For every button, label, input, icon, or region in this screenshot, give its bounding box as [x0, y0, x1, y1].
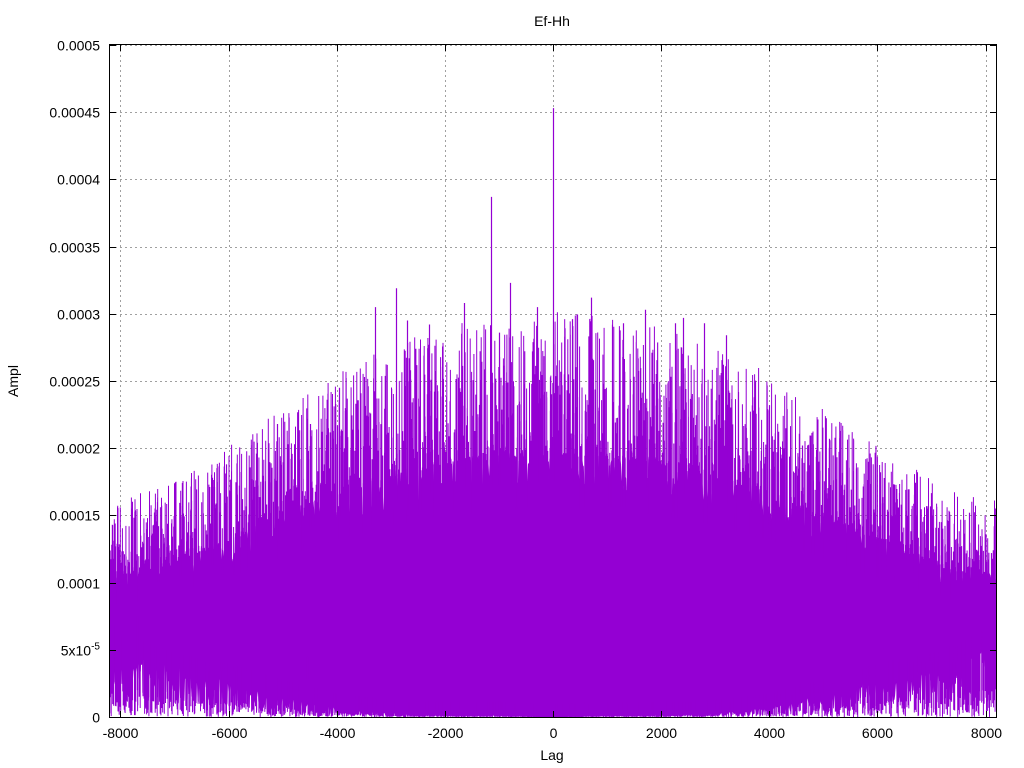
x-tick-label: -2000 [428, 725, 464, 741]
chart-title: Ef-Hh [534, 13, 570, 29]
x-axis-tick-labels: -8000 -6000 -4000 -2000 0 2000 4000 6000 8000 [103, 725, 1003, 741]
y-tick-label: 5x10-5 [61, 642, 101, 659]
x-tick-label: 4000 [754, 725, 785, 741]
x-axis-label: Lag [540, 747, 563, 763]
x-tick-label: 6000 [862, 725, 893, 741]
x-tick-label: -6000 [212, 725, 248, 741]
x-tick-label: 2000 [646, 725, 677, 741]
y-axis-label: Ampl [5, 365, 21, 397]
y-tick-label: 0.0005 [57, 38, 100, 54]
y-tick-label: 0.00025 [49, 374, 100, 390]
y-tick-label: 0.0001 [57, 576, 100, 592]
x-tick-label: -4000 [320, 725, 356, 741]
y-tick-label: 0 [92, 710, 100, 726]
y-tick-label: 0.0002 [57, 441, 100, 457]
series-ef-hh [109, 108, 997, 718]
y-tick-label: 0.00015 [49, 508, 100, 524]
y-tick-label: 0.0003 [57, 307, 100, 323]
y-tick-label: 0.00035 [49, 240, 100, 256]
y-axis-tick-labels: 0 5x10-5 0.0001 0.00015 0.0002 0.00025 0.0003 0… [49, 38, 100, 726]
x-tick-label: 8000 [971, 725, 1002, 741]
x-tick-label: 0 [550, 725, 558, 741]
x-tick-label: -8000 [103, 725, 139, 741]
y-tick-label: 0.00045 [49, 105, 100, 121]
y-tick-label: 0.0004 [57, 172, 100, 188]
chart: Ef-Hh -8000 -6000 -4000 -2000 0 2000 4000 6000 8… [5, 13, 1003, 763]
